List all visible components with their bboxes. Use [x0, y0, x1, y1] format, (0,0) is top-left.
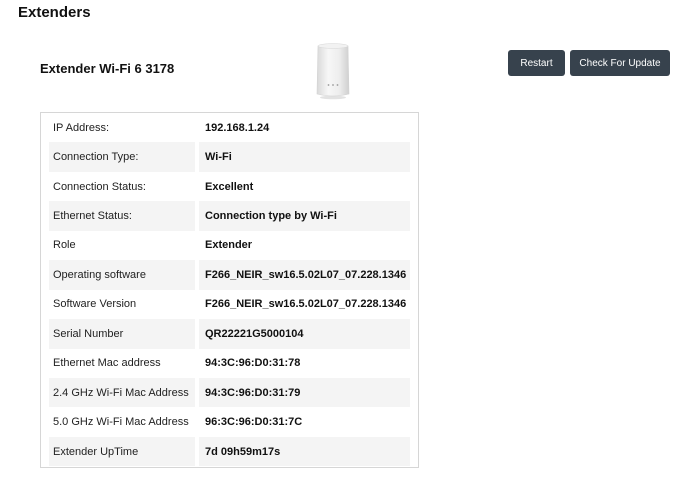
detail-label: Serial Number [49, 319, 195, 349]
detail-row-ethernet-mac: Ethernet Mac address 94:3C:96:D0:31:78 [49, 348, 410, 378]
detail-label: Extender UpTime [49, 436, 195, 467]
detail-row-connection-status: Connection Status: Excellent [49, 171, 410, 202]
detail-value: F266_NEIR_sw16.5.02L07_07.228.1346 [205, 298, 407, 311]
detail-value: QR22221G5000104 [199, 319, 410, 349]
detail-row-ethernet-status: Ethernet Status: Connection type by Wi-F… [49, 201, 410, 231]
detail-label: Software Version [53, 298, 137, 311]
detail-value: 94:3C:96:D0:31:78 [205, 357, 301, 370]
detail-value: 192.168.1.24 [205, 121, 270, 134]
detail-value: Wi-Fi [199, 142, 410, 172]
detail-row-operating-software: Operating software F266_NEIR_sw16.5.02L0… [49, 260, 410, 290]
detail-value: 96:3C:96:D0:31:7C [205, 416, 303, 429]
detail-label: 2.4 GHz Wi-Fi Mac Address [49, 377, 195, 408]
detail-label: Ethernet Mac address [53, 357, 161, 370]
detail-row-50ghz-mac: 5.0 GHz Wi-Fi Mac Address 96:3C:96:D0:31… [49, 407, 410, 437]
detail-value: Connection type by Wi-Fi [199, 201, 410, 231]
wifi-extender-device-icon [313, 42, 353, 100]
detail-label: Connection Type: [49, 142, 195, 172]
detail-row-uptime: Extender UpTime 7d 09h59m17s [49, 436, 410, 467]
device-name: Extender Wi-Fi 6 3178 [40, 61, 175, 76]
extender-details-table: IP Address: 192.168.1.24 Connection Type… [40, 112, 419, 468]
detail-value: Excellent [205, 180, 254, 193]
detail-row-24ghz-mac: 2.4 GHz Wi-Fi Mac Address 94:3C:96:D0:31… [49, 377, 410, 408]
detail-label: Role [53, 239, 76, 252]
detail-value: 7d 09h59m17s [199, 436, 410, 467]
check-for-update-button[interactable]: Check For Update [570, 50, 670, 76]
detail-row-connection-type: Connection Type: Wi-Fi [49, 142, 410, 172]
detail-row-software-version: Software Version F266_NEIR_sw16.5.02L07_… [49, 289, 410, 320]
detail-value: 94:3C:96:D0:31:79 [199, 377, 410, 408]
detail-label: Operating software [49, 260, 195, 290]
detail-label: 5.0 GHz Wi-Fi Mac Address [53, 416, 189, 429]
restart-button[interactable]: Restart [508, 50, 565, 76]
detail-row-serial-number: Serial Number QR22221G5000104 [49, 319, 410, 349]
detail-label: Ethernet Status: [49, 201, 195, 231]
detail-row-role: Role Extender [49, 230, 410, 261]
detail-label: IP Address: [53, 121, 110, 134]
detail-label: Connection Status: [53, 180, 146, 193]
detail-row-ip-address: IP Address: 192.168.1.24 [49, 113, 410, 143]
page-title: Extenders [18, 4, 91, 21]
detail-value: Extender [205, 239, 253, 252]
detail-value: F266_NEIR_sw16.5.02L07_07.228.1346 [199, 260, 410, 290]
